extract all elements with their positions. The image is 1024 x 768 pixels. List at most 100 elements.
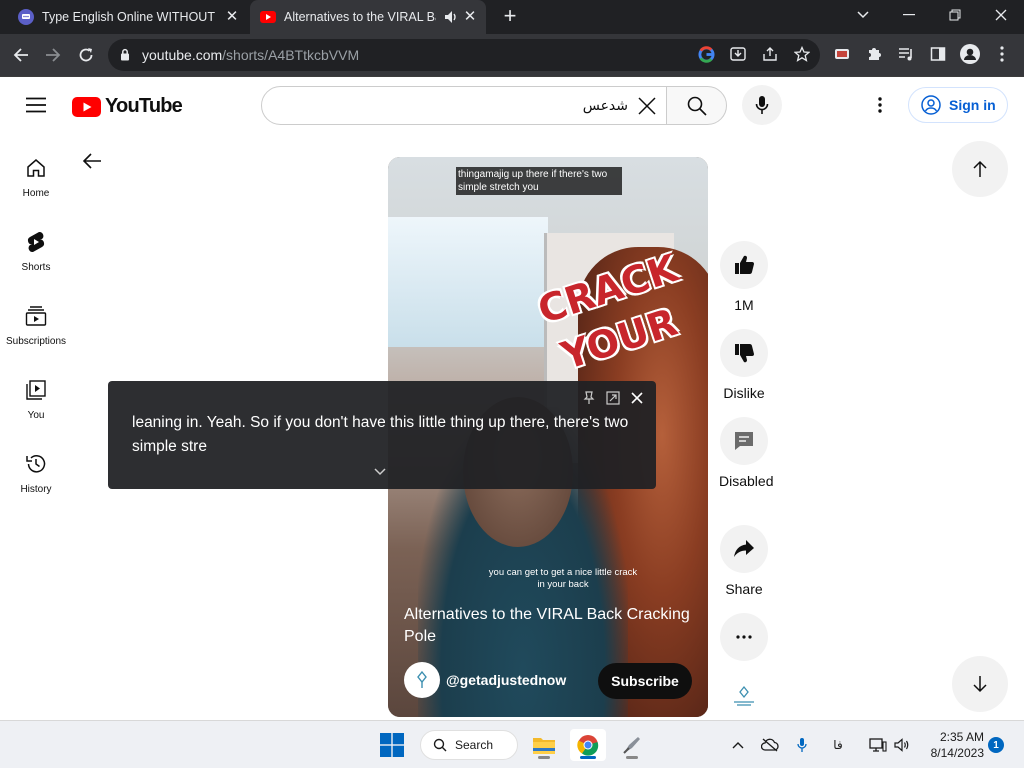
tab-title: Type English Online WITHOUT an bbox=[42, 10, 218, 24]
windows-start-icon[interactable] bbox=[380, 733, 404, 762]
close-window-button[interactable] bbox=[978, 0, 1024, 30]
clear-search-icon[interactable] bbox=[636, 95, 658, 117]
channel-name[interactable]: @getadjustednow bbox=[446, 672, 566, 688]
lock-icon[interactable] bbox=[120, 48, 130, 61]
guide-label: History bbox=[20, 484, 52, 495]
install-app-icon[interactable] bbox=[728, 44, 748, 64]
settings-menu-icon[interactable] bbox=[868, 93, 892, 117]
microphone-icon bbox=[755, 96, 769, 114]
google-icon[interactable] bbox=[696, 44, 716, 64]
live-caption-text: leaning in. Yeah. So if you don't have t… bbox=[132, 414, 629, 455]
extensions-puzzle-icon[interactable] bbox=[864, 44, 884, 64]
language-indicator[interactable]: فا bbox=[828, 735, 848, 755]
thumbs-down-icon bbox=[720, 329, 768, 377]
browser-tab[interactable]: Type English Online WITHOUT an ✕ bbox=[8, 0, 248, 34]
channel-avatar[interactable] bbox=[404, 662, 440, 698]
close-tab-icon[interactable]: ✕ bbox=[462, 9, 478, 25]
home-icon bbox=[24, 156, 48, 180]
short-title[interactable]: Alternatives to the VIRAL Back Cracking … bbox=[404, 604, 696, 648]
menu-icon[interactable] bbox=[26, 97, 46, 118]
thumbs-up-icon bbox=[720, 241, 768, 289]
shorts-icon bbox=[24, 230, 48, 254]
guide-item-shorts[interactable]: Shorts bbox=[0, 226, 72, 296]
more-actions-button[interactable] bbox=[720, 613, 768, 661]
comments-button[interactable]: Disabled bbox=[719, 417, 774, 491]
microphone-icon[interactable] bbox=[792, 735, 812, 755]
account-icon bbox=[921, 95, 941, 115]
audio-playing-icon[interactable] bbox=[444, 9, 458, 25]
browser-toolbar: youtube.com/shorts/A4BTtkcbVVM bbox=[0, 34, 1024, 77]
volume-icon[interactable] bbox=[892, 735, 912, 755]
share-icon bbox=[720, 525, 768, 573]
dislike-button[interactable]: Dislike bbox=[720, 329, 768, 403]
sign-in-button[interactable]: Sign in bbox=[908, 87, 1008, 123]
you-icon bbox=[24, 378, 48, 402]
guide-label: Shorts bbox=[21, 262, 51, 273]
tab-search-icon[interactable] bbox=[840, 0, 886, 30]
comment-icon bbox=[720, 417, 768, 465]
share-page-icon[interactable] bbox=[760, 44, 780, 64]
bookmark-star-icon[interactable] bbox=[792, 44, 812, 64]
guide-item-home[interactable]: Home bbox=[0, 152, 72, 222]
reload-button[interactable] bbox=[73, 42, 99, 68]
network-icon[interactable] bbox=[868, 735, 888, 755]
subscribe-button[interactable]: Subscribe bbox=[598, 663, 692, 699]
search-input[interactable]: شدعس bbox=[261, 86, 667, 125]
app-running-indicator bbox=[626, 756, 638, 759]
close-tab-icon[interactable]: ✕ bbox=[224, 9, 240, 25]
media-control-icon[interactable] bbox=[896, 44, 916, 64]
taskbar-search-label: Search bbox=[455, 738, 494, 752]
app-running-indicator bbox=[580, 756, 596, 759]
profile-avatar-icon[interactable] bbox=[960, 44, 980, 64]
chrome-menu-icon[interactable] bbox=[992, 44, 1012, 64]
cloud-offline-icon[interactable] bbox=[760, 735, 780, 755]
dislike-label: Dislike bbox=[723, 385, 765, 401]
share-button[interactable]: Share bbox=[720, 525, 768, 599]
youtube-favicon-icon bbox=[260, 11, 276, 23]
back-arrow-icon[interactable] bbox=[80, 149, 104, 178]
taskbar-search[interactable]: Search bbox=[420, 730, 518, 760]
side-panel-icon[interactable] bbox=[928, 44, 948, 64]
like-count: 1M bbox=[734, 297, 754, 313]
forward-button[interactable] bbox=[40, 42, 66, 68]
sound-source-icon[interactable] bbox=[728, 684, 760, 708]
chevron-up-icon[interactable] bbox=[728, 735, 748, 755]
pin-icon[interactable] bbox=[580, 389, 598, 407]
new-tab-button[interactable]: + bbox=[498, 5, 522, 29]
guide-item-you[interactable]: You bbox=[0, 374, 72, 444]
youtube-logo[interactable]: YouTube bbox=[72, 95, 183, 118]
search-button[interactable] bbox=[666, 86, 727, 125]
youtube-play-icon bbox=[72, 96, 101, 117]
close-caption-icon[interactable] bbox=[628, 389, 646, 407]
guide-item-history[interactable]: History bbox=[0, 448, 72, 518]
browser-tab-active[interactable]: Alternatives to the VIRAL Back ✕ bbox=[250, 0, 486, 34]
minimize-button[interactable] bbox=[886, 0, 932, 30]
restore-button[interactable] bbox=[932, 0, 978, 30]
system-clock[interactable]: 2:35 AM 8/14/2023 bbox=[922, 729, 984, 761]
previous-short-button[interactable] bbox=[952, 141, 1008, 197]
guide-item-subscriptions[interactable]: Subscriptions bbox=[0, 300, 72, 370]
file-explorer-icon[interactable] bbox=[526, 729, 562, 761]
clock-date: 8/14/2023 bbox=[930, 746, 984, 760]
chevron-down-icon[interactable] bbox=[374, 463, 386, 481]
expand-caption-icon[interactable] bbox=[604, 389, 622, 407]
chrome-taskbar-icon[interactable] bbox=[570, 729, 606, 761]
guide-label: You bbox=[27, 410, 45, 421]
back-button[interactable] bbox=[8, 42, 34, 68]
arrow-up-icon bbox=[973, 160, 987, 177]
app-taskbar-icon[interactable] bbox=[614, 729, 650, 761]
extension-icon[interactable] bbox=[832, 44, 852, 64]
next-short-button[interactable] bbox=[952, 656, 1008, 712]
history-icon bbox=[24, 452, 48, 476]
browser-tab-strip: Type English Online WITHOUT an ✕ Alterna… bbox=[0, 0, 1024, 34]
arrow-down-icon bbox=[973, 676, 987, 693]
chat-favicon-icon bbox=[18, 9, 34, 25]
youtube-header: YouTube شدعس Sign in bbox=[0, 77, 1024, 133]
share-label: Share bbox=[725, 581, 763, 597]
video-subtitle: you can get to get a nice little crack i… bbox=[488, 567, 638, 590]
notification-badge[interactable]: 1 bbox=[988, 737, 1004, 753]
comments-label: Disabled bbox=[719, 473, 774, 489]
voice-search-button[interactable] bbox=[742, 85, 782, 125]
like-button[interactable]: 1M bbox=[720, 241, 768, 315]
live-caption-panel[interactable]: leaning in. Yeah. So if you don't have t… bbox=[108, 381, 656, 489]
